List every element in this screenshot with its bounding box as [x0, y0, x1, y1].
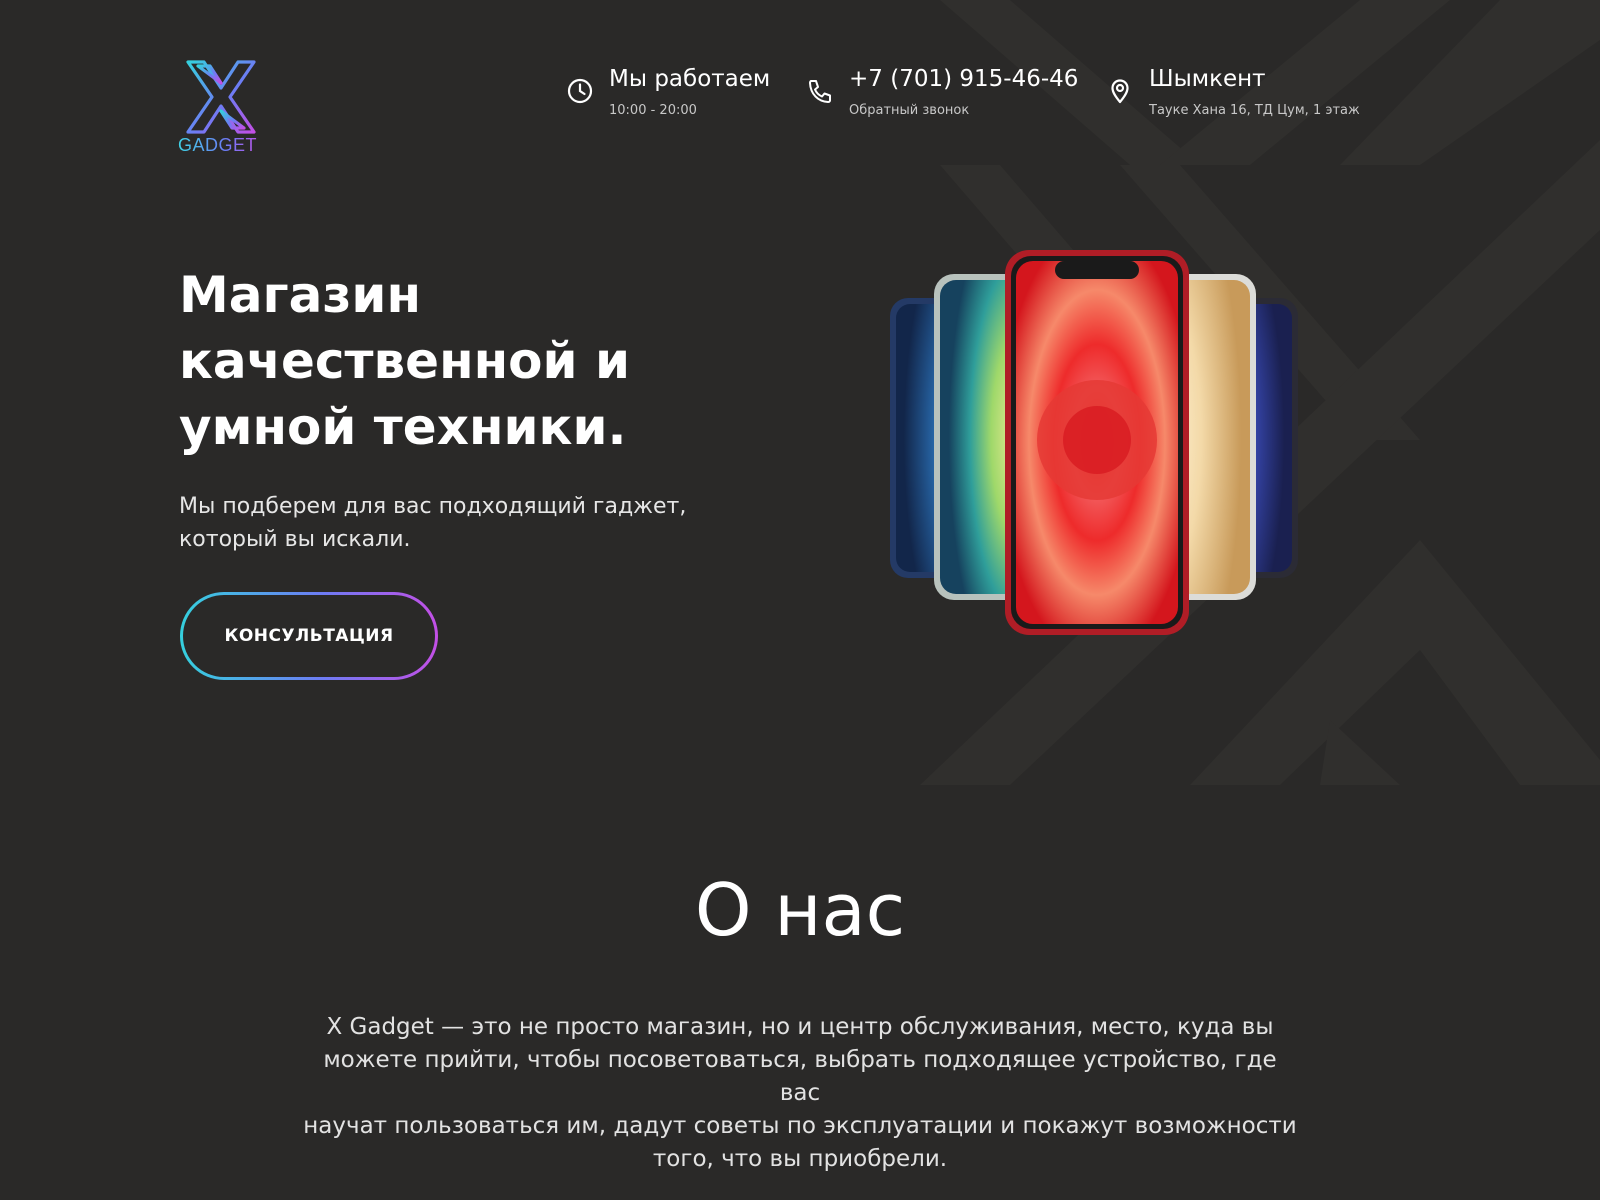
- hero-title: Магазин качественной и умной техники.: [179, 262, 799, 460]
- about-text-line-4: того, что вы приобрели.: [652, 1146, 948, 1172]
- hero-title-line-2: качественной и: [179, 332, 631, 390]
- hero-subtitle: Мы подберем для вас подходящий гаджет, к…: [179, 490, 739, 556]
- city-name: Шымкент: [1149, 66, 1266, 92]
- working-hours-title: Мы работаем: [609, 66, 771, 92]
- store-address: Тауке Хана 16, ТД Цум, 1 этаж: [1149, 103, 1360, 118]
- about-description: X Gadget — это не просто магазин, но и ц…: [300, 1011, 1300, 1176]
- smartphones-image: [890, 250, 1298, 635]
- logo[interactable]: GADGET: [178, 58, 264, 158]
- x-logo-icon: [186, 60, 256, 134]
- hero-title-line-3: умной техники.: [179, 398, 627, 456]
- map-pin-icon: [1111, 79, 1129, 104]
- hero-subtitle-line-2: который вы искали.: [179, 527, 411, 552]
- about-title: О нас: [694, 868, 906, 952]
- consultation-button-label: КОНСУЛЬТАЦИЯ: [183, 595, 435, 677]
- callback-link[interactable]: Обратный звонок: [849, 103, 969, 118]
- phone-icon: [809, 80, 831, 103]
- hero-title-line-1: Магазин: [179, 266, 421, 324]
- logo-wordmark: GADGET: [178, 135, 264, 156]
- hero-subtitle-line-1: Мы подберем для вас подходящий гаджет,: [179, 494, 687, 519]
- site-header: GADGET Мы работаем 10:00 - 20:00 +7 (701…: [0, 0, 1600, 165]
- about-text-line-1: X Gadget — это не просто магазин, но и ц…: [326, 1014, 1274, 1040]
- consultation-button[interactable]: КОНСУЛЬТАЦИЯ: [180, 592, 438, 680]
- clock-icon: [567, 78, 593, 104]
- about-text-line-2: можете прийти, чтобы посоветоваться, выб…: [323, 1047, 1277, 1106]
- about-text-line-3: научат пользоваться им, дадут советы по …: [303, 1113, 1297, 1139]
- phone-number[interactable]: +7 (701) 915-46-46: [849, 66, 1078, 92]
- working-hours-time: 10:00 - 20:00: [609, 103, 697, 118]
